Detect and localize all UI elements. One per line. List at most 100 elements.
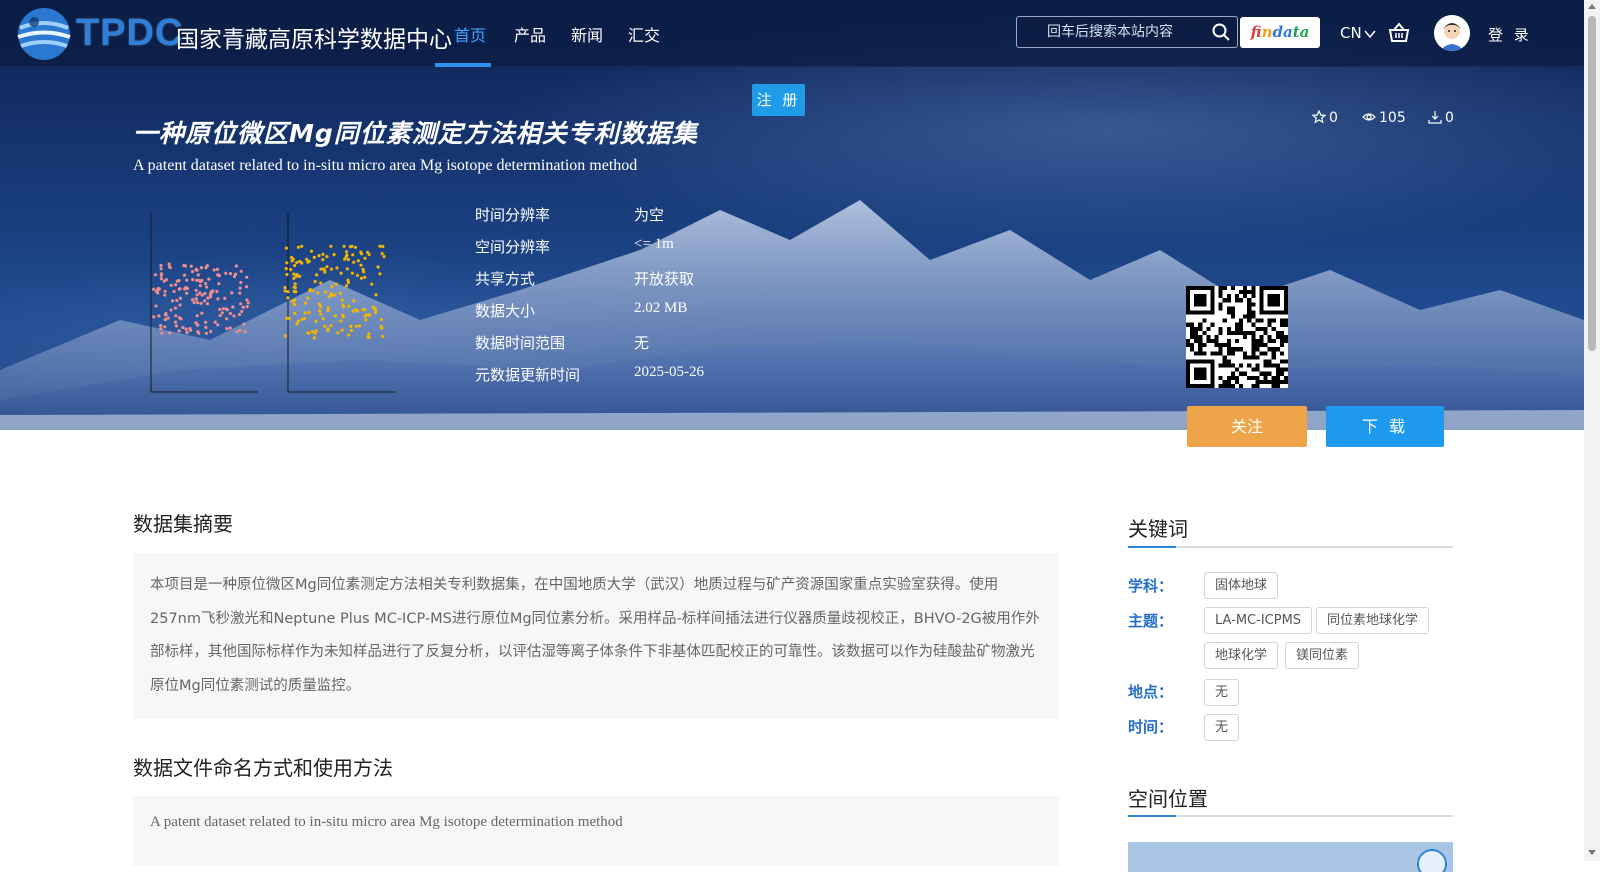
nav-submit[interactable]: 汇交 bbox=[628, 22, 660, 46]
qr-module bbox=[1279, 334, 1284, 340]
preview-dot bbox=[371, 305, 375, 309]
spatial-map[interactable] bbox=[1128, 842, 1453, 872]
basket-icon[interactable] bbox=[1388, 22, 1410, 44]
keyword-tag[interactable]: 镁同位素 bbox=[1285, 642, 1360, 669]
qr-module bbox=[1251, 290, 1256, 295]
qr-module bbox=[1279, 359, 1284, 364]
preview-dot bbox=[318, 304, 323, 309]
keyword-tag[interactable]: 无 bbox=[1204, 679, 1240, 706]
findata-logo-part: da bbox=[1272, 23, 1293, 41]
preview-dot bbox=[326, 306, 330, 310]
nav-home[interactable]: 首页 bbox=[454, 22, 486, 46]
keyword-tag[interactable]: 无 bbox=[1204, 714, 1240, 741]
download-button[interactable]: 下 载 bbox=[1326, 406, 1444, 447]
login-link[interactable]: 登 录 bbox=[1488, 24, 1532, 45]
register-button[interactable]: 注 册 bbox=[752, 84, 805, 116]
preview-dot bbox=[228, 326, 232, 330]
qr-module bbox=[1226, 379, 1231, 384]
preview-dot bbox=[205, 285, 209, 289]
qr-module bbox=[1214, 339, 1219, 344]
qr-module bbox=[1259, 379, 1264, 384]
keyword-tag[interactable]: 地球化学 bbox=[1204, 642, 1279, 669]
preview-dot bbox=[159, 272, 164, 276]
qr-module bbox=[1275, 334, 1280, 340]
keyword-tag[interactable]: 固体地球 bbox=[1204, 572, 1279, 599]
preview-dot bbox=[245, 275, 249, 279]
qr-module bbox=[1239, 347, 1244, 352]
preview-dot bbox=[205, 302, 210, 306]
preview-dot bbox=[335, 266, 339, 270]
qr-module bbox=[1251, 334, 1256, 340]
star-count[interactable]: 0 bbox=[1311, 109, 1338, 126]
preview-dot bbox=[183, 264, 187, 268]
language-switcher[interactable]: CN bbox=[1340, 24, 1376, 42]
qr-module bbox=[1275, 347, 1280, 352]
keywords-divider bbox=[1128, 546, 1453, 548]
search-input[interactable] bbox=[1017, 17, 1205, 47]
preview-dot bbox=[321, 252, 325, 256]
user-avatar[interactable] bbox=[1434, 15, 1470, 51]
preview-dot bbox=[216, 297, 220, 301]
preview-dot bbox=[303, 311, 307, 315]
qr-module bbox=[1234, 379, 1240, 384]
scroll-thumb[interactable] bbox=[1588, 16, 1596, 351]
findata-button[interactable]: findata bbox=[1240, 17, 1320, 48]
preview-dot bbox=[314, 319, 318, 323]
preview-dot bbox=[345, 250, 349, 254]
nav-news[interactable]: 新闻 bbox=[571, 22, 603, 46]
qr-module bbox=[1251, 294, 1256, 299]
preview-dot bbox=[189, 264, 193, 268]
qr-module bbox=[1226, 375, 1231, 380]
qr-module bbox=[1263, 330, 1268, 335]
nav-products[interactable]: 产品 bbox=[514, 22, 546, 46]
qr-module bbox=[1210, 322, 1215, 327]
page-scrollbar[interactable] bbox=[1584, 0, 1600, 861]
meta-key: 数据时间范围 bbox=[475, 334, 566, 352]
follow-button[interactable]: 关注 bbox=[1187, 406, 1307, 447]
qr-module bbox=[1218, 326, 1223, 331]
preview-dot bbox=[200, 293, 204, 297]
qr-module bbox=[1283, 334, 1288, 340]
preview-dot bbox=[346, 257, 350, 262]
preview-dot bbox=[160, 331, 164, 335]
preview-dot bbox=[197, 331, 201, 335]
preview-dot bbox=[309, 249, 314, 253]
qr-module bbox=[1275, 379, 1280, 384]
qr-module bbox=[1243, 290, 1248, 295]
top-navigation-bar: TPDC 国家青藏高原科学数据中心 首页 产品 新闻 汇交 findata CN bbox=[0, 0, 1584, 67]
qr-module bbox=[1259, 334, 1264, 340]
nav-active-underline bbox=[435, 63, 491, 67]
preview-dot bbox=[363, 275, 367, 279]
qr-module bbox=[1251, 355, 1256, 360]
preview-dot bbox=[336, 331, 340, 335]
scroll-down-arrow[interactable] bbox=[1588, 850, 1596, 855]
search-icon[interactable] bbox=[1211, 22, 1231, 42]
qr-finder-module bbox=[1194, 294, 1207, 307]
preview-dot bbox=[184, 327, 188, 331]
preview-dot bbox=[245, 298, 249, 302]
preview-dot bbox=[195, 322, 199, 327]
qr-module bbox=[1234, 298, 1240, 303]
preview-dot bbox=[174, 314, 178, 318]
preview-dot bbox=[303, 301, 307, 305]
qr-module bbox=[1247, 298, 1252, 303]
keyword-tag[interactable]: 同位素地球化学 bbox=[1316, 607, 1430, 634]
preview-dot bbox=[307, 259, 311, 263]
qr-module bbox=[1226, 339, 1231, 344]
preview-dot bbox=[238, 291, 242, 295]
qr-module bbox=[1226, 294, 1231, 299]
qr-module bbox=[1267, 379, 1272, 384]
qr-module bbox=[1263, 379, 1268, 384]
preview-dot bbox=[351, 253, 355, 257]
preview-dot bbox=[181, 325, 185, 330]
site-logo[interactable]: TPDC 国家青藏高原科学数据中心 bbox=[14, 4, 452, 64]
scroll-up-arrow[interactable] bbox=[1588, 4, 1596, 9]
qr-module bbox=[1222, 355, 1227, 360]
qr-module bbox=[1239, 363, 1244, 368]
preview-dot bbox=[192, 300, 196, 305]
preview-dot bbox=[198, 284, 202, 288]
meta-value: 开放获取 bbox=[634, 272, 695, 288]
qr-module bbox=[1243, 314, 1248, 319]
keyword-tag[interactable]: LA-MC-ICPMS bbox=[1204, 607, 1313, 634]
preview-dot bbox=[199, 301, 203, 305]
